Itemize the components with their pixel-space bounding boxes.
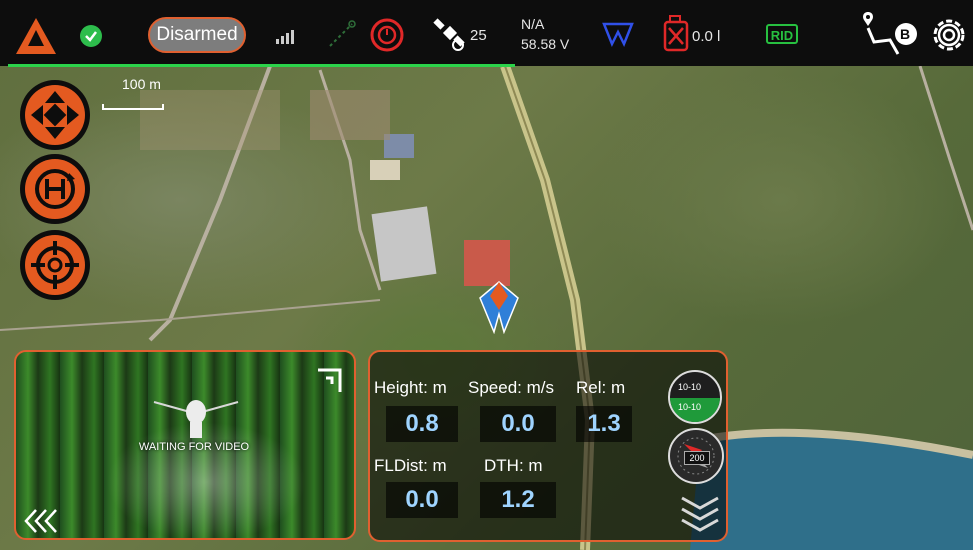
rel-label: Rel: m xyxy=(576,378,626,397)
waypoint-label: B xyxy=(900,26,911,42)
dth-label: DTH: m xyxy=(484,456,543,475)
signal-strength-icon[interactable] xyxy=(276,28,294,44)
return-home-icon xyxy=(35,169,75,209)
scale-label: 100 m xyxy=(122,76,161,92)
video-status: WAITING FOR VIDEO xyxy=(138,441,250,453)
dpad-icon xyxy=(31,91,79,139)
voltage-primary: N/A xyxy=(521,16,545,32)
attitude-indicator[interactable]: 10-10 10-10 xyxy=(668,370,722,424)
system-ok-icon[interactable] xyxy=(80,25,102,47)
remote-id-badge[interactable]: RID xyxy=(766,24,798,44)
speed-value: 0.0 xyxy=(480,406,556,442)
drone-silhouette-icon xyxy=(153,400,239,438)
top-status-bar: Disarmed 25 N/A 58.58 V 0.0 l RID B xyxy=(0,0,973,67)
rel-value: 1.3 xyxy=(576,406,632,442)
attitude-bottom-scale: 10-10 xyxy=(678,402,702,412)
fuel-tank-icon[interactable] xyxy=(662,14,690,52)
video-feed-panel[interactable]: WAITING FOR VIDEO xyxy=(14,350,356,540)
map-scale-bar: 100 m xyxy=(100,74,166,114)
arm-state-button[interactable]: Disarmed xyxy=(148,17,246,53)
heading-value: 200 xyxy=(684,451,710,465)
expand-video-icon[interactable] xyxy=(316,364,346,394)
loading-progress-bar xyxy=(8,64,515,67)
dth-value: 1.2 xyxy=(480,482,556,518)
manual-control-button[interactable] xyxy=(20,80,90,150)
fuel-value: 0.0 l xyxy=(692,28,721,45)
crosshair-icon xyxy=(31,241,79,289)
collapse-left-icon[interactable] xyxy=(24,508,58,534)
drone-position-marker[interactable] xyxy=(474,274,524,339)
compass-heading[interactable]: 200 xyxy=(668,428,724,484)
rc-link-icon[interactable] xyxy=(326,20,356,50)
app-logo-icon[interactable] xyxy=(14,16,58,56)
height-label: Height: m xyxy=(374,378,447,397)
satellite-count: 25 xyxy=(470,27,487,44)
battery-voltage[interactable]: N/A 58.58 V xyxy=(521,14,569,54)
geofence-icon[interactable] xyxy=(602,20,634,48)
settings-gear-icon[interactable] xyxy=(928,14,970,56)
fldist-value: 0.0 xyxy=(386,482,458,518)
fldist-label: FLDist: m xyxy=(374,456,447,475)
attitude-top-scale: 10-10 xyxy=(678,382,702,392)
speed-label: Speed: m/s xyxy=(468,378,554,397)
voltage-secondary: 58.58 V xyxy=(521,36,570,52)
return-home-button[interactable] xyxy=(20,154,90,224)
satellite-icon[interactable] xyxy=(432,18,468,52)
height-value: 0.8 xyxy=(386,406,458,442)
target-point-button[interactable] xyxy=(20,230,90,300)
collapse-down-icon[interactable] xyxy=(678,492,722,532)
return-timer-icon[interactable] xyxy=(369,17,405,53)
